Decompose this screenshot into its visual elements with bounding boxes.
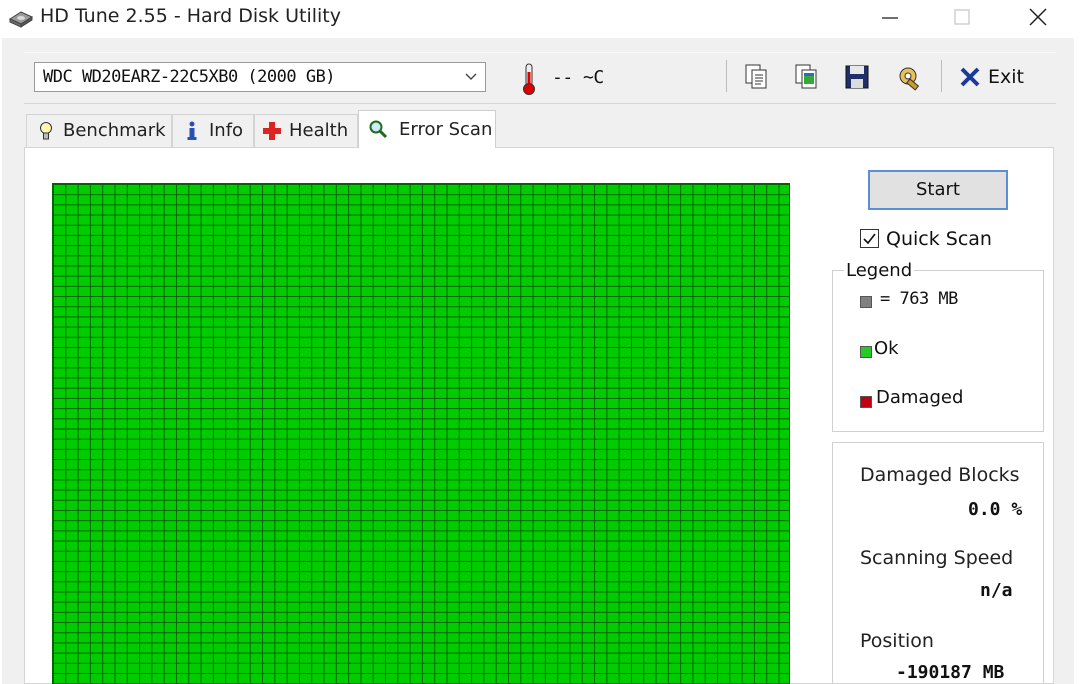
position-value: -190187 MB xyxy=(896,662,1005,683)
copy-screenshot-icon[interactable] xyxy=(792,62,822,92)
drive-select-value: WDC WD20EARZ-22C5XB0 (2000 GB) xyxy=(43,67,336,87)
x-mark-icon xyxy=(960,67,980,87)
info-icon xyxy=(187,121,197,140)
tab-benchmark[interactable]: Benchmark xyxy=(26,114,172,147)
minimize-icon xyxy=(882,17,898,19)
legend-title: Legend xyxy=(844,260,915,282)
start-label: Start xyxy=(916,179,960,200)
damaged-blocks-value: 0.0 % xyxy=(968,499,1023,520)
magnifier-icon xyxy=(369,120,388,138)
tab-label: Health xyxy=(289,120,349,141)
hard-disk-app-icon xyxy=(8,7,34,29)
exit-button[interactable]: Exit xyxy=(958,62,1032,92)
window-title: HD Tune 2.55 - Hard Disk Utility xyxy=(40,5,341,27)
tab-error-scan[interactable]: Error Scan xyxy=(358,110,496,148)
scan-block-map xyxy=(52,183,790,684)
checkmark-icon xyxy=(863,233,876,245)
maximize-icon xyxy=(954,9,970,25)
minimize-button[interactable] xyxy=(854,0,926,34)
temperature-readout: -- ~C xyxy=(552,67,604,88)
toolbar-separator xyxy=(726,60,727,92)
close-button[interactable] xyxy=(1002,0,1074,34)
tab-label: Error Scan xyxy=(399,118,493,140)
lightbulb-icon xyxy=(40,122,52,140)
position-label: Position xyxy=(860,630,934,652)
ok-label: Ok xyxy=(874,338,899,359)
tab-health[interactable]: Health xyxy=(254,114,358,147)
damaged-blocks-label: Damaged Blocks xyxy=(860,464,1020,486)
scanning-speed-label: Scanning Speed xyxy=(860,547,1014,569)
block-size-swatch xyxy=(860,296,872,308)
damaged-swatch xyxy=(860,396,872,408)
damaged-label: Damaged xyxy=(876,387,964,408)
exit-label: Exit xyxy=(988,66,1024,88)
chevron-down-icon xyxy=(465,73,477,80)
drive-select[interactable]: WDC WD20EARZ-22C5XB0 (2000 GB) xyxy=(34,62,486,92)
copy-text-icon[interactable] xyxy=(742,62,772,92)
thermometer-icon xyxy=(520,62,538,96)
tab-info[interactable]: Info xyxy=(172,114,254,147)
tab-label: Info xyxy=(209,120,244,141)
scanning-speed-value: n/a xyxy=(980,580,1013,601)
toolbar-separator xyxy=(941,60,942,92)
health-cross-icon xyxy=(263,122,281,140)
tab-label: Benchmark xyxy=(63,120,166,141)
save-icon[interactable] xyxy=(842,62,872,92)
close-icon xyxy=(1029,8,1047,26)
options-icon[interactable] xyxy=(894,62,924,92)
ok-swatch xyxy=(860,346,872,358)
maximize-button[interactable] xyxy=(926,0,998,34)
quick-scan-label[interactable]: Quick Scan xyxy=(886,227,992,251)
quick-scan-checkbox[interactable] xyxy=(860,229,879,248)
start-button[interactable]: Start xyxy=(868,170,1008,210)
block-size-label: = 763 MB xyxy=(880,289,958,309)
